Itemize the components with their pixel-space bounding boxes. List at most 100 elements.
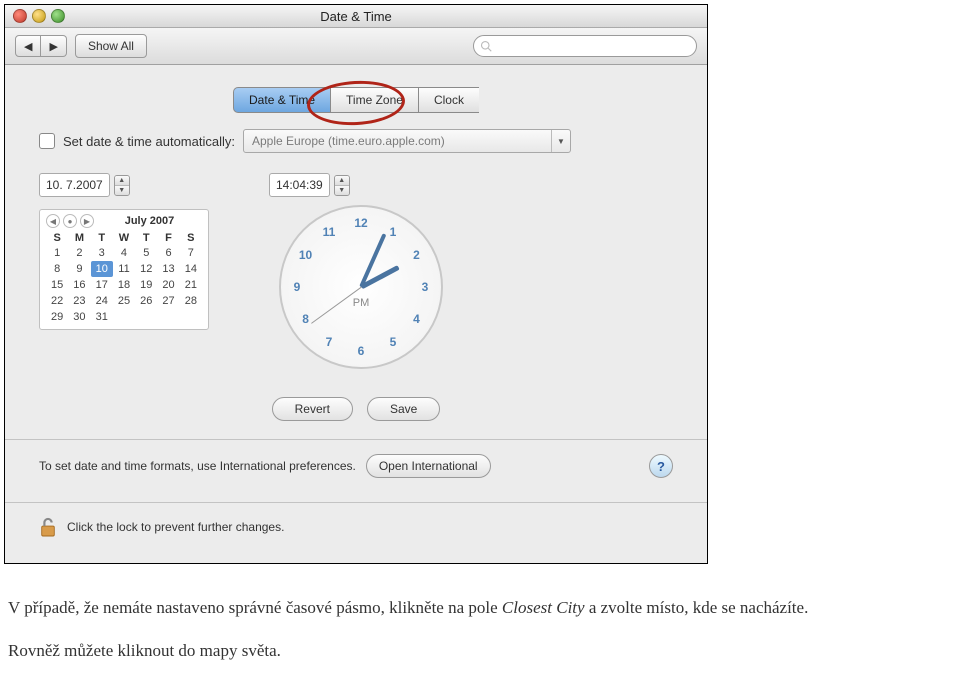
time-server-value: Apple Europe (time.euro.apple.com) bbox=[252, 134, 445, 148]
cal-day-header: M bbox=[68, 231, 90, 245]
cal-day[interactable]: 31 bbox=[91, 309, 113, 325]
search-input[interactable] bbox=[492, 38, 690, 54]
titlebar: Date & Time bbox=[5, 5, 707, 28]
cal-day-header: S bbox=[46, 231, 68, 245]
cal-day[interactable]: 1 bbox=[46, 245, 68, 261]
search-field[interactable] bbox=[473, 35, 697, 57]
time-field[interactable]: 14:04:39 bbox=[269, 173, 330, 197]
cal-day[interactable]: 6 bbox=[157, 245, 179, 261]
cal-day[interactable]: 13 bbox=[157, 261, 179, 277]
lock-row: Click the lock to prevent further change… bbox=[39, 503, 673, 545]
cal-day[interactable]: 25 bbox=[113, 293, 135, 309]
cal-day[interactable]: 10 bbox=[91, 261, 113, 277]
date-field[interactable]: 10. 7.2007 bbox=[39, 173, 110, 197]
tab-time-zone[interactable]: Time Zone bbox=[330, 87, 418, 113]
cal-day[interactable]: 2 bbox=[68, 245, 90, 261]
clock-numeral: 6 bbox=[358, 344, 365, 358]
cal-day[interactable]: 14 bbox=[180, 261, 202, 277]
cal-day[interactable]: 5 bbox=[135, 245, 157, 261]
back-button[interactable]: ◀ bbox=[15, 35, 41, 57]
chevron-down-icon: ▼ bbox=[551, 130, 570, 152]
cal-day[interactable]: 8 bbox=[46, 261, 68, 277]
calendar[interactable]: ◀ ● ▶ July 2007 SMTWTFS 1234567891011121… bbox=[39, 209, 209, 330]
cal-day[interactable]: 30 bbox=[68, 309, 90, 325]
cal-day[interactable]: 9 bbox=[68, 261, 90, 277]
toolbar: ◀ ▶ Show All bbox=[5, 28, 707, 65]
time-stepper[interactable]: ▲▼ bbox=[334, 175, 350, 196]
lock-text: Click the lock to prevent further change… bbox=[67, 520, 284, 534]
am-pm-label: PM bbox=[353, 297, 370, 309]
clock-numeral: 4 bbox=[413, 312, 420, 326]
auto-checkbox[interactable] bbox=[39, 133, 55, 149]
cal-day[interactable]: 29 bbox=[46, 309, 68, 325]
date-stepper[interactable]: ▲▼ bbox=[114, 175, 130, 196]
time-value: 14:04:39 bbox=[276, 178, 323, 192]
cal-day[interactable]: 23 bbox=[68, 293, 90, 309]
clock-numeral: 7 bbox=[326, 335, 333, 349]
up-icon: ▲ bbox=[115, 176, 129, 186]
clock-numeral: 10 bbox=[299, 248, 312, 262]
clock-numeral: 12 bbox=[354, 216, 367, 230]
cal-day[interactable]: 28 bbox=[180, 293, 202, 309]
clock-numeral: 5 bbox=[390, 335, 397, 349]
cal-day[interactable]: 26 bbox=[135, 293, 157, 309]
cal-day-header: S bbox=[180, 231, 202, 245]
date-time-grid: 10. 7.2007 ▲▼ ◀ ● ▶ July 2007 SMTWTFS 12… bbox=[39, 173, 673, 385]
time-column: 14:04:39 ▲▼ PM 121234567891011 bbox=[269, 173, 449, 385]
screenshot-window: Date & Time ◀ ▶ Show All Date & Time Tim… bbox=[4, 4, 708, 564]
article-text: V případě, že nemáte nastaveno správné č… bbox=[0, 568, 956, 700]
cal-day[interactable]: 24 bbox=[91, 293, 113, 309]
time-server-combo[interactable]: Apple Europe (time.euro.apple.com) ▼ bbox=[243, 129, 571, 153]
cal-day-header: T bbox=[135, 231, 157, 245]
down-icon: ▼ bbox=[335, 186, 349, 195]
down-icon: ▼ bbox=[115, 186, 129, 195]
preference-pane: Date & Time Time Zone Clock Set date & t… bbox=[5, 65, 707, 563]
revert-button[interactable]: Revert bbox=[272, 397, 353, 421]
save-button[interactable]: Save bbox=[367, 397, 440, 421]
button-row: Revert Save bbox=[39, 397, 673, 421]
cal-day[interactable]: 11 bbox=[113, 261, 135, 277]
auto-date-row: Set date & time automatically: Apple Eur… bbox=[39, 129, 673, 153]
lock-icon[interactable] bbox=[39, 517, 57, 537]
intl-row: To set date and time formats, use Intern… bbox=[39, 440, 673, 502]
cal-day-header: W bbox=[113, 231, 135, 245]
cal-day[interactable]: 19 bbox=[135, 277, 157, 293]
cal-prev-icon[interactable]: ◀ bbox=[46, 214, 60, 228]
cal-day[interactable]: 15 bbox=[46, 277, 68, 293]
window-title: Date & Time bbox=[5, 9, 707, 24]
clock-numeral: 9 bbox=[294, 280, 301, 294]
cal-next-icon[interactable]: ▶ bbox=[80, 214, 94, 228]
intl-text: To set date and time formats, use Intern… bbox=[39, 459, 356, 473]
cal-day[interactable]: 16 bbox=[68, 277, 90, 293]
show-all-button[interactable]: Show All bbox=[75, 34, 147, 58]
analog-clock: PM 121234567891011 bbox=[269, 205, 449, 385]
calendar-month: July 2007 bbox=[97, 215, 202, 227]
auto-label: Set date & time automatically: bbox=[63, 134, 235, 149]
open-international-button[interactable]: Open International bbox=[366, 454, 491, 478]
cal-day[interactable]: 4 bbox=[113, 245, 135, 261]
forward-button[interactable]: ▶ bbox=[41, 35, 66, 57]
calendar-grid: SMTWTFS 12345678910111213141516171819202… bbox=[46, 231, 202, 325]
nav-back-forward: ◀ ▶ bbox=[15, 35, 67, 57]
date-column: 10. 7.2007 ▲▼ ◀ ● ▶ July 2007 SMTWTFS 12… bbox=[39, 173, 209, 330]
clock-numeral: 1 bbox=[390, 225, 397, 239]
help-button[interactable]: ? bbox=[649, 454, 673, 478]
up-icon: ▲ bbox=[335, 176, 349, 186]
cal-day[interactable]: 17 bbox=[91, 277, 113, 293]
cal-day[interactable]: 21 bbox=[180, 277, 202, 293]
search-icon bbox=[480, 40, 492, 52]
cal-day[interactable]: 12 bbox=[135, 261, 157, 277]
cal-day[interactable]: 7 bbox=[180, 245, 202, 261]
clock-numeral: 3 bbox=[422, 280, 429, 294]
cal-day[interactable]: 22 bbox=[46, 293, 68, 309]
clock-numeral: 8 bbox=[302, 312, 309, 326]
clock-numeral: 11 bbox=[323, 225, 336, 239]
cal-day[interactable]: 3 bbox=[91, 245, 113, 261]
cal-day[interactable]: 27 bbox=[157, 293, 179, 309]
clock-numeral: 2 bbox=[413, 248, 420, 262]
tab-date-time[interactable]: Date & Time bbox=[233, 87, 330, 113]
tab-clock[interactable]: Clock bbox=[418, 87, 479, 113]
cal-today-icon[interactable]: ● bbox=[63, 214, 77, 228]
cal-day[interactable]: 18 bbox=[113, 277, 135, 293]
cal-day[interactable]: 20 bbox=[157, 277, 179, 293]
